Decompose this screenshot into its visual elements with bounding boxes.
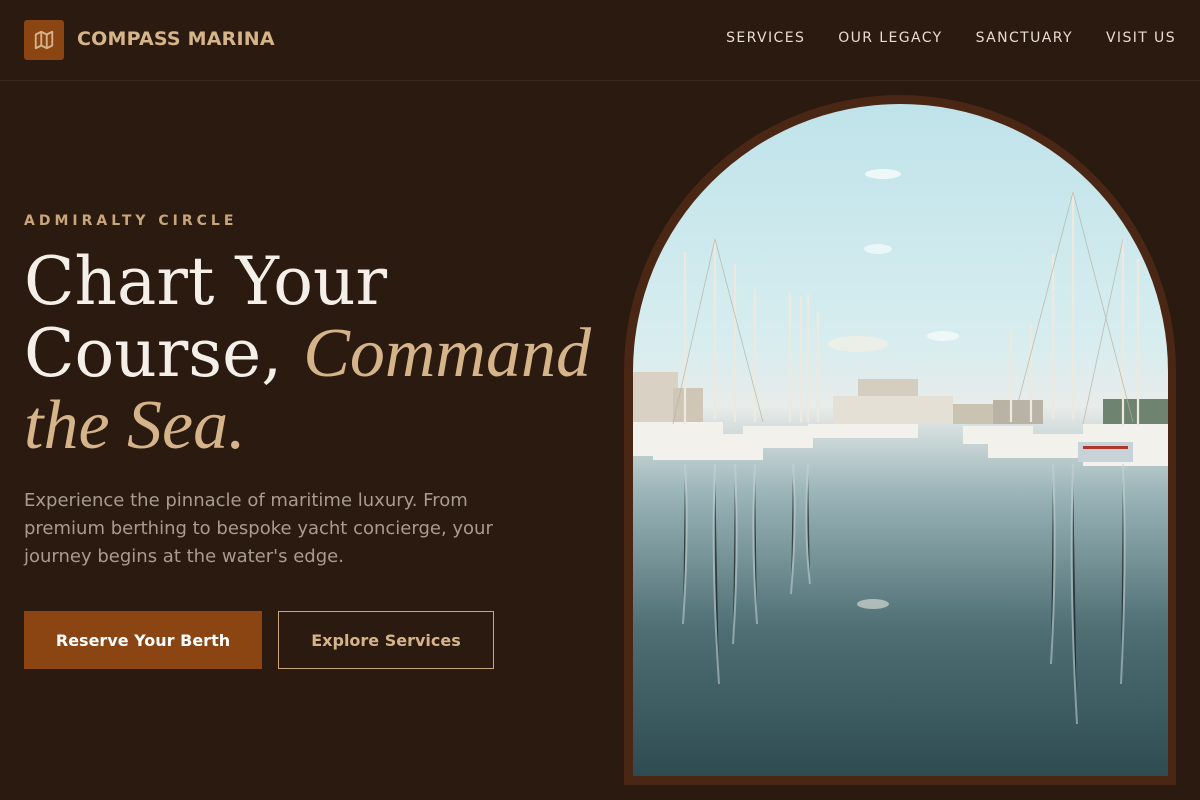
brand-name[interactable]: COMPASS MARINA bbox=[77, 28, 275, 50]
hero-marina-image bbox=[633, 104, 1168, 776]
nav-link-visit-us[interactable]: VISIT US bbox=[1106, 30, 1176, 46]
hero-headline: Chart Your Course, Command the Sea. bbox=[24, 246, 604, 462]
headline-line-2-accent: Command bbox=[303, 315, 591, 392]
nav-link-our-legacy[interactable]: OUR LEGACY bbox=[838, 30, 942, 46]
nav-link-sanctuary[interactable]: SANCTUARY bbox=[976, 30, 1073, 46]
hero-eyebrow: ADMIRALTY CIRCLE bbox=[24, 213, 238, 229]
headline-line-2-plain: Course, bbox=[24, 315, 283, 392]
main-nav: SERVICES OUR LEGACY SANCTUARY VISIT US bbox=[726, 30, 1176, 46]
explore-services-button[interactable]: Explore Services bbox=[278, 611, 494, 669]
headline-line-1: Chart Your bbox=[24, 243, 388, 320]
logo[interactable] bbox=[24, 20, 64, 60]
top-navigation-bar: COMPASS MARINA SERVICES OUR LEGACY SANCT… bbox=[0, 0, 1200, 81]
headline-line-3-accent: the Sea. bbox=[24, 387, 246, 464]
reserve-berth-button[interactable]: Reserve Your Berth bbox=[24, 611, 262, 669]
hero-description: Experience the pinnacle of maritime luxu… bbox=[24, 490, 493, 567]
nav-link-services[interactable]: SERVICES bbox=[726, 30, 805, 46]
map-icon bbox=[34, 30, 54, 50]
